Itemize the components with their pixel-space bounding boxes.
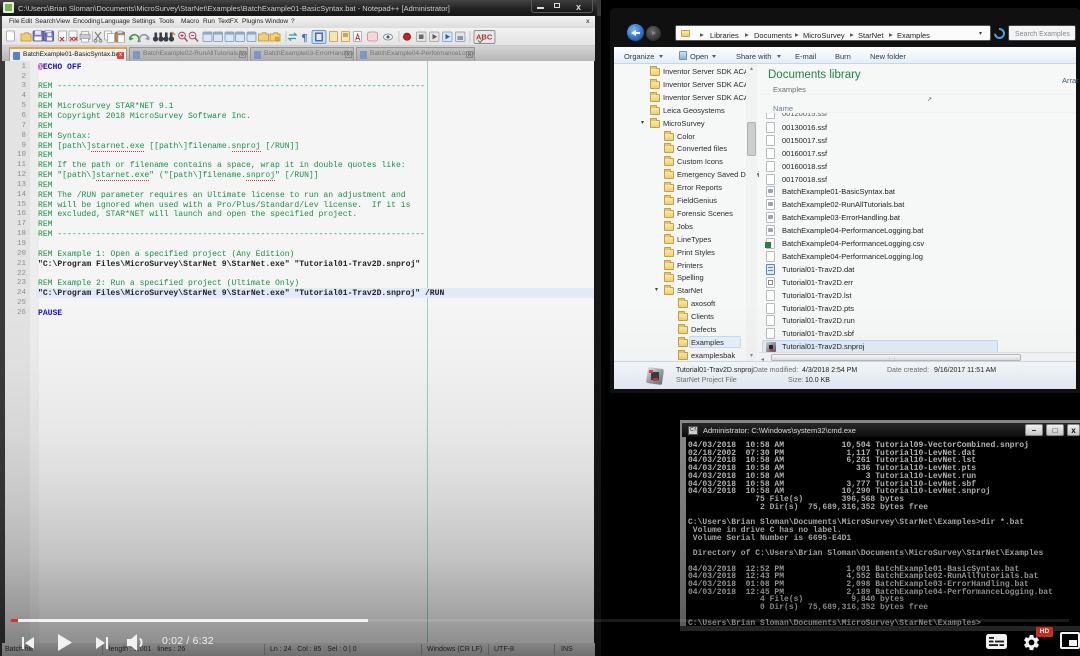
svg-text:ABC: ABC [476, 33, 493, 42]
svg-text:¶: ¶ [302, 32, 308, 44]
